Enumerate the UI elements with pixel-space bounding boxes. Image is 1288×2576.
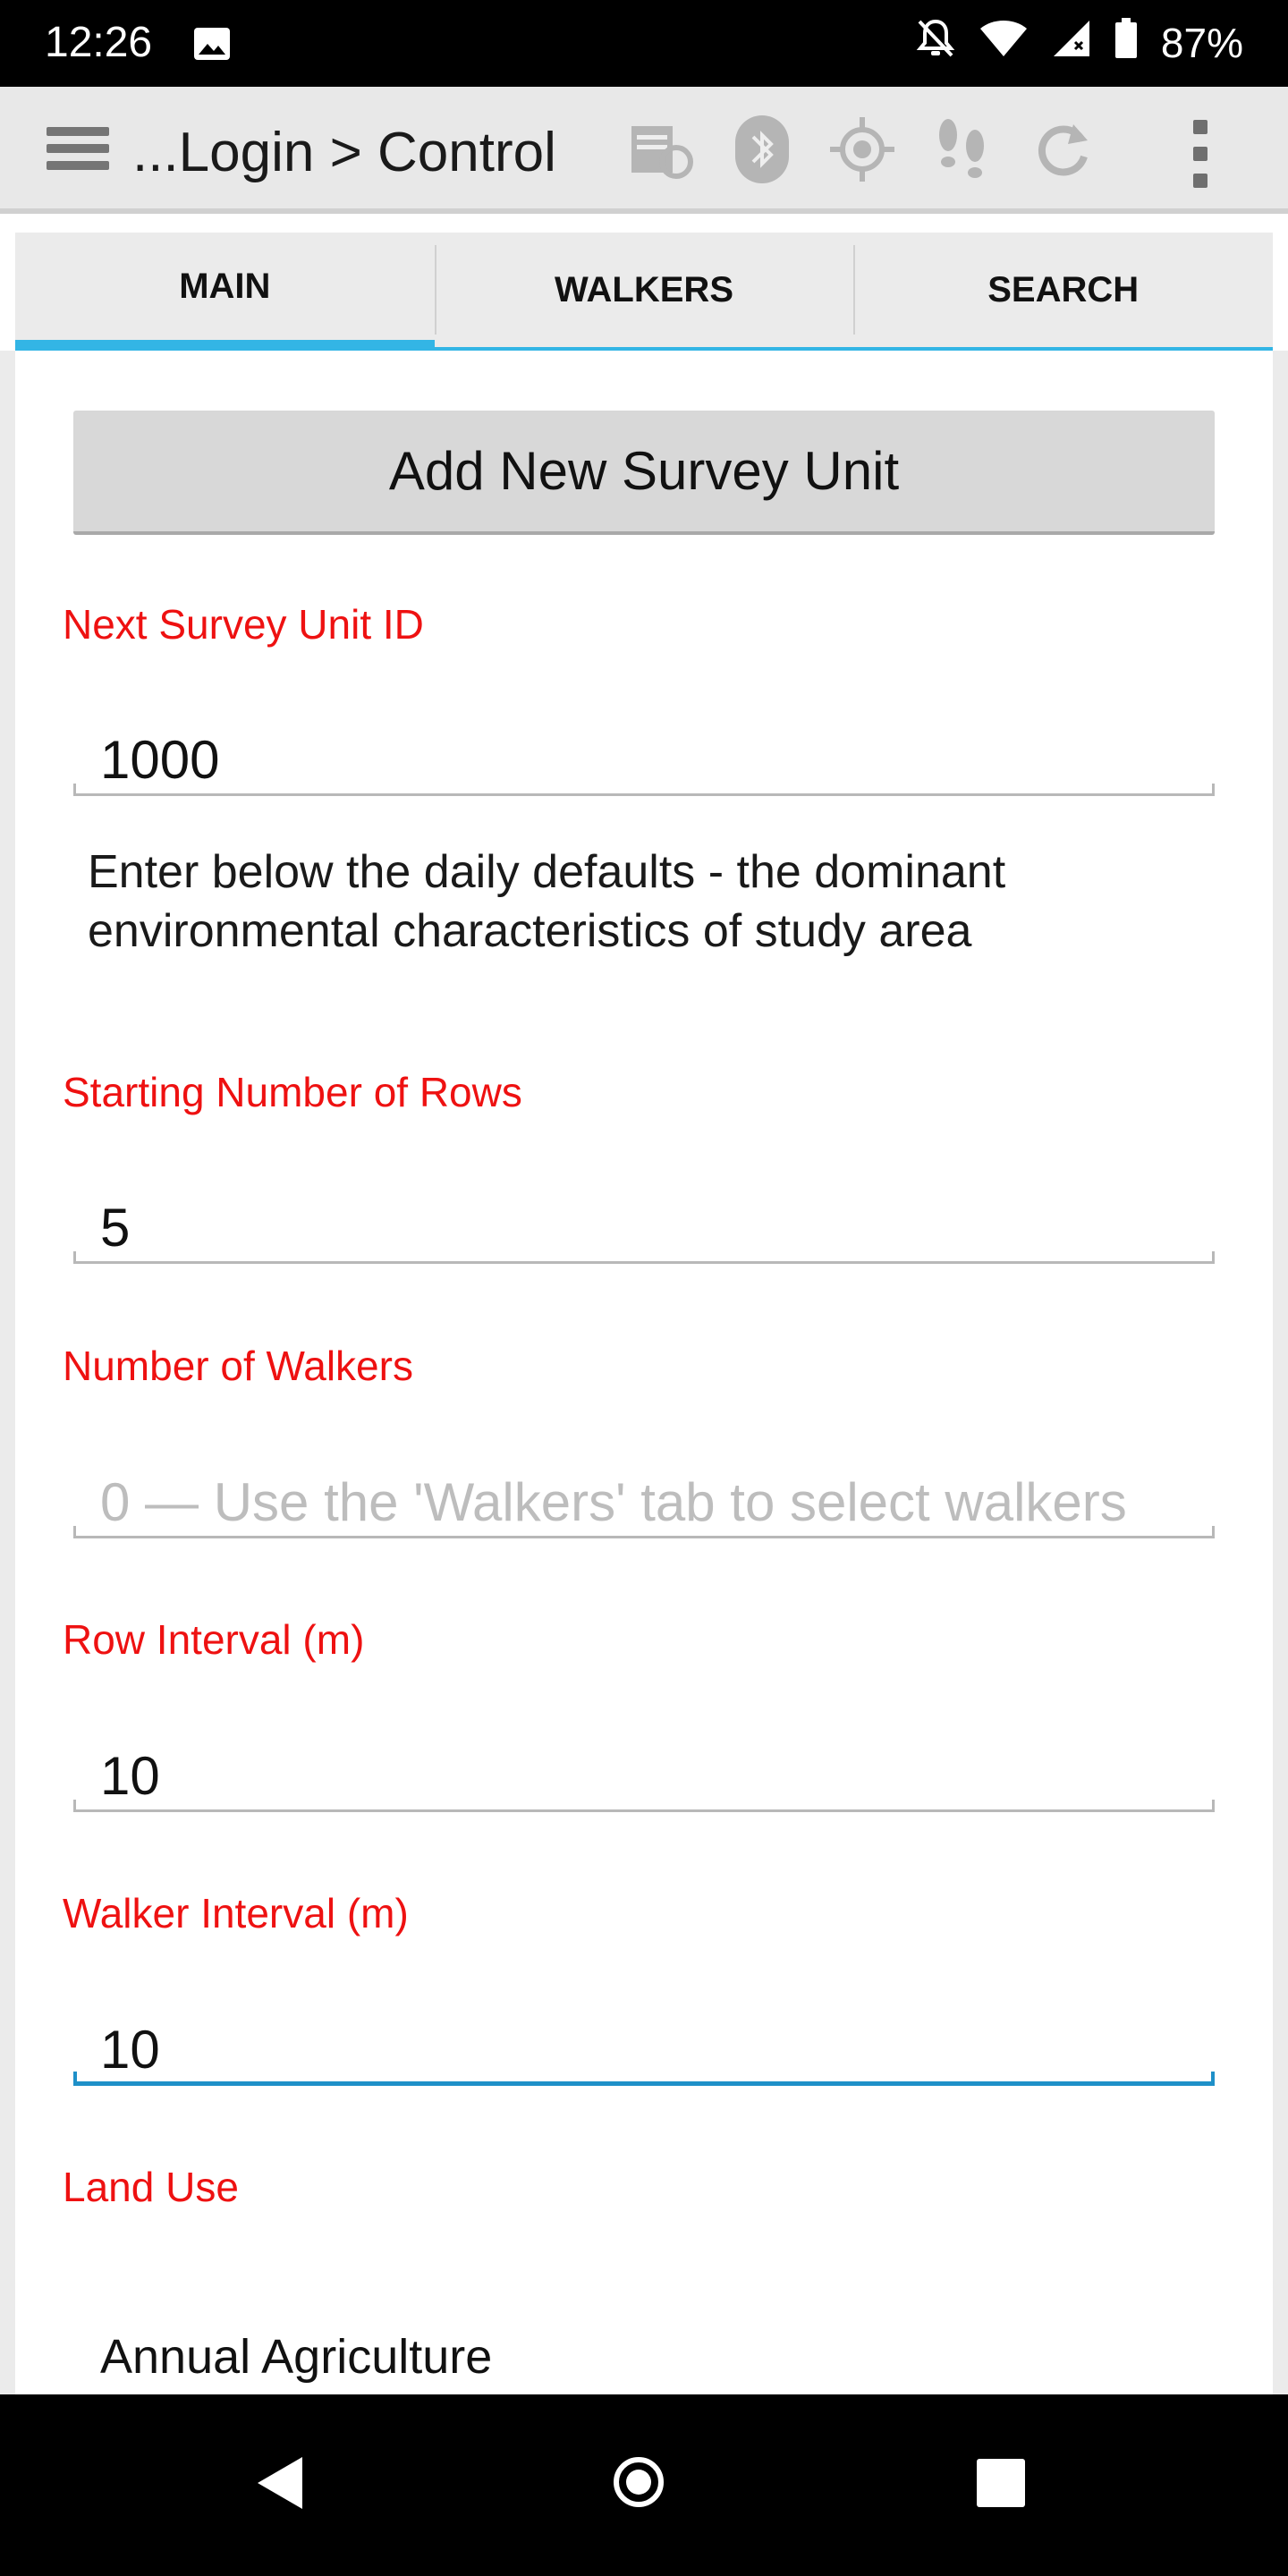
status-bar: 12:26 87% — [0, 0, 1288, 87]
starting-rows-label: Starting Number of Rows — [63, 1069, 522, 1115]
left-gutter — [0, 351, 15, 2394]
walker-interval-label: Walker Interval (m) — [63, 1890, 409, 1936]
recents-icon[interactable] — [977, 2459, 1025, 2507]
battery-percent: 87% — [1160, 20, 1243, 66]
gps-icon[interactable] — [828, 115, 896, 183]
status-right-group: 87% — [916, 17, 1243, 69]
bluetooth-icon[interactable] — [728, 115, 796, 183]
row-interval-value: 10 — [100, 1746, 160, 1806]
walker-interval-value: 10 — [100, 2020, 160, 2080]
starting-rows-field[interactable]: 5 — [73, 1199, 1215, 1264]
add-survey-unit-button[interactable]: Add New Survey Unit — [73, 411, 1215, 535]
next-survey-unit-id-label: Next Survey Unit ID — [63, 601, 424, 648]
status-time: 12:26 — [45, 19, 153, 66]
tab-search[interactable]: SEARCH — [853, 233, 1274, 351]
battery-icon — [1114, 17, 1138, 69]
number-of-walkers-label: Number of Walkers — [63, 1343, 413, 1389]
cell-signal-icon — [1052, 19, 1091, 68]
action-bar-title: ...Login > Control — [132, 122, 556, 183]
menu-icon[interactable] — [47, 127, 109, 177]
tab-main[interactable]: MAIN — [15, 233, 435, 351]
daily-defaults-info: Enter below the daily defaults - the dom… — [88, 846, 1006, 957]
image-icon — [193, 27, 231, 61]
action-bar: ...Login > Control — [0, 87, 1288, 214]
overflow-menu-icon[interactable] — [1190, 120, 1211, 188]
tab-bar: MAIN WALKERS SEARCH — [15, 233, 1274, 351]
row-interval-label: Row Interval (m) — [63, 1616, 365, 1663]
form-sync-icon[interactable] — [626, 115, 694, 183]
land-use-option[interactable]: Annual Agriculture — [100, 2329, 492, 2385]
notifications-off-icon — [916, 18, 955, 69]
refresh-icon[interactable] — [1029, 115, 1097, 183]
starting-rows-value: 5 — [100, 1198, 131, 1258]
tab-walkers[interactable]: WALKERS — [434, 233, 854, 351]
walker-interval-field[interactable]: 10 — [73, 2021, 1215, 2086]
right-gutter — [1273, 351, 1288, 2394]
footsteps-icon[interactable] — [928, 115, 996, 183]
row-interval-field[interactable]: 10 — [73, 1748, 1215, 1812]
next-survey-unit-id-value: 1000 — [100, 730, 220, 790]
back-icon[interactable] — [258, 2457, 302, 2509]
number-of-walkers-placeholder: 0 — Use the 'Walkers' tab to select walk… — [100, 1472, 1127, 1532]
number-of-walkers-field: 0 — Use the 'Walkers' tab to select walk… — [73, 1474, 1215, 1538]
next-survey-unit-id-field[interactable]: 1000 — [73, 732, 1215, 796]
land-use-label: Land Use — [63, 2164, 239, 2210]
wifi-icon — [979, 19, 1029, 68]
navigation-bar — [0, 2394, 1288, 2576]
home-icon[interactable] — [614, 2457, 664, 2507]
